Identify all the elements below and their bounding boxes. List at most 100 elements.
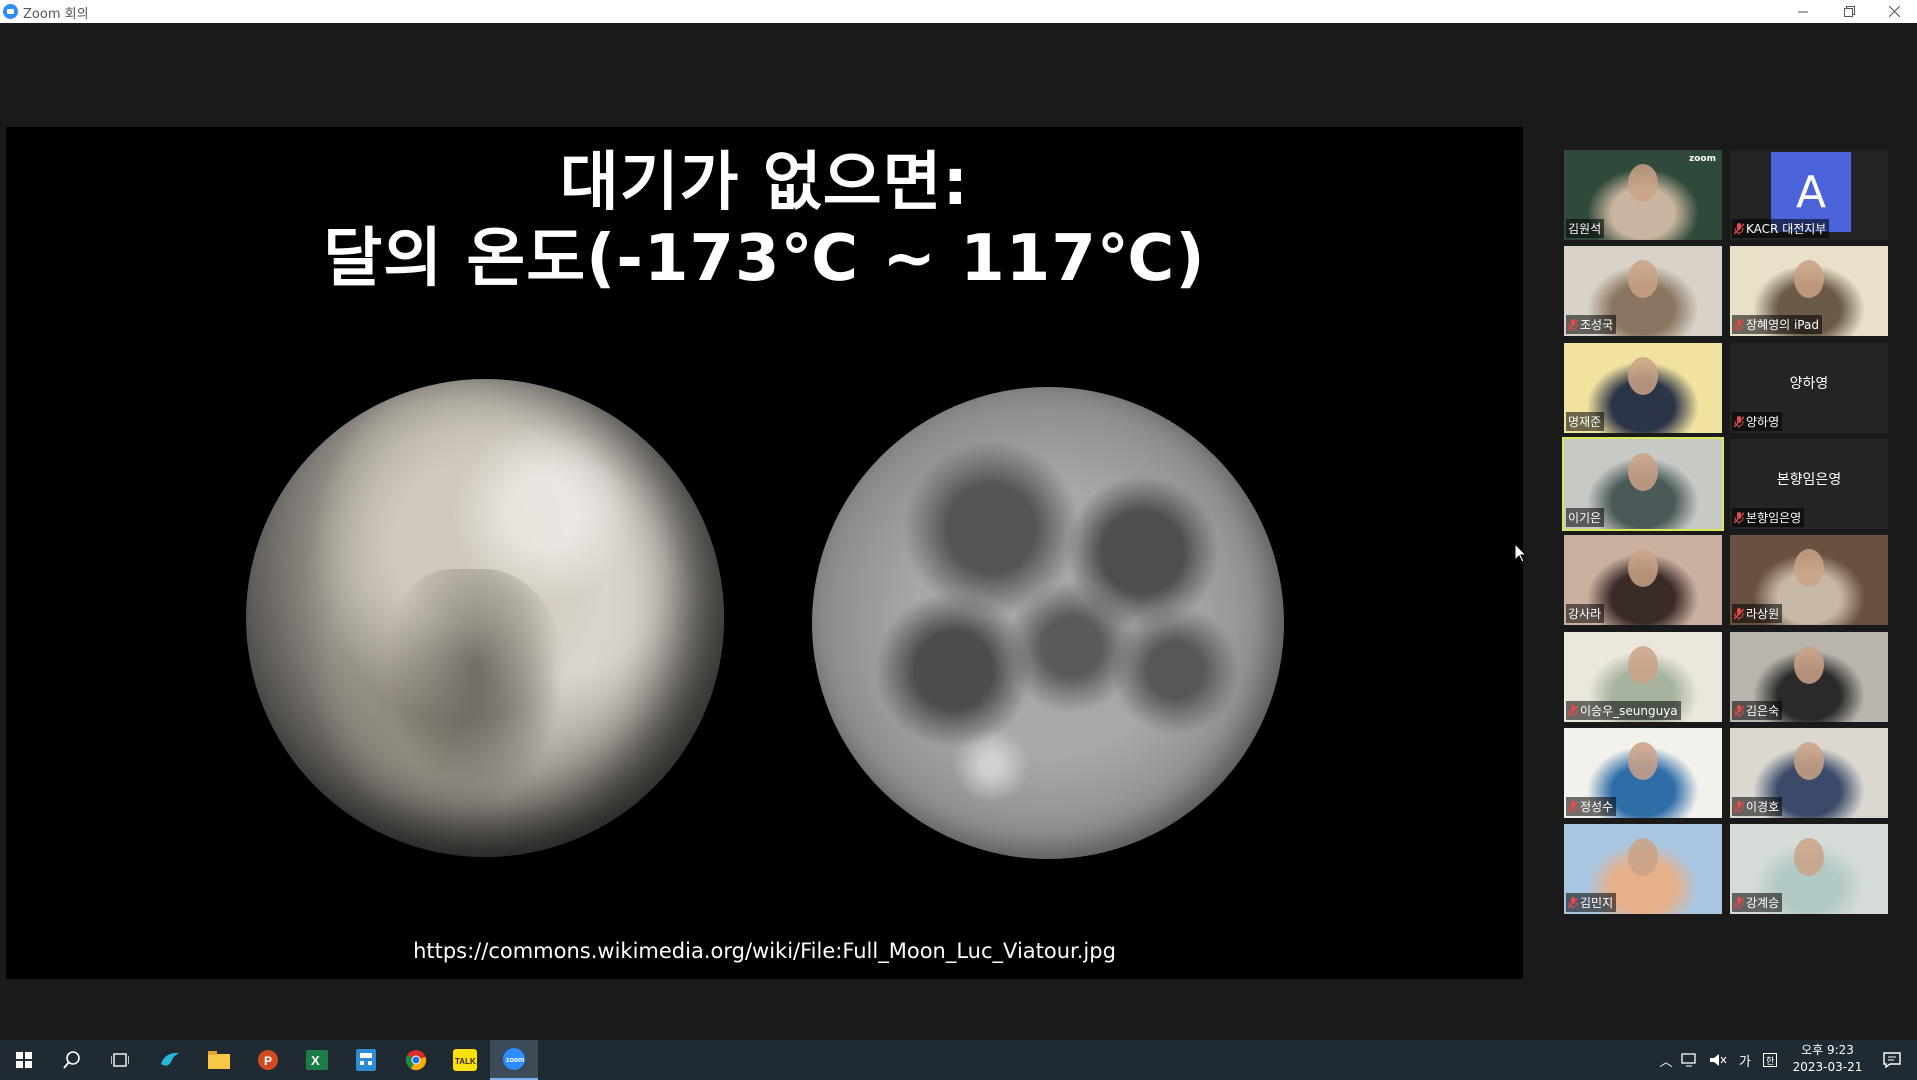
participant-face <box>1794 646 1824 684</box>
participant-tile[interactable]: 양하영 양하영 <box>1730 343 1888 433</box>
participant-nameplate: 양하영 <box>1732 412 1783 431</box>
svg-text:P: P <box>264 1054 272 1068</box>
participant-nameplate: 김원석 <box>1566 219 1605 238</box>
participant-nameplate: 김은숙 <box>1732 701 1783 720</box>
participant-nameplate: 정성수 <box>1566 797 1617 816</box>
participant-tile[interactable]: 장혜영의 iPad <box>1730 246 1888 336</box>
participant-face <box>1794 742 1824 780</box>
chrome-button[interactable] <box>392 1040 440 1080</box>
close-button[interactable] <box>1871 0 1917 23</box>
shared-screen[interactable]: 대기가 없으면: 달의 온도(-173℃ ~ 117℃) https://com… <box>6 127 1523 979</box>
window-title: Zoom 회의 <box>23 7 89 22</box>
tray-overflow-chevron-icon[interactable]: ︿ <box>1655 1051 1677 1070</box>
participant-tile[interactable]: 조성국 <box>1564 246 1722 336</box>
participant-tile[interactable]: 본향임은영 본향임은영 <box>1730 439 1888 529</box>
title-bar: Zoom 회의 <box>0 0 1917 23</box>
mic-muted-icon <box>1568 800 1578 813</box>
file-explorer-icon <box>208 1051 230 1069</box>
participant-nameplate: 명재준 <box>1566 412 1605 431</box>
bird-app-button[interactable] <box>146 1040 194 1080</box>
participant-face <box>1628 453 1658 491</box>
slide-source-url: https://commons.wikimedia.org/wiki/File:… <box>413 939 1116 963</box>
keyboard-layout-icon[interactable]: 한 <box>1762 1053 1777 1067</box>
task-view-button[interactable] <box>96 1040 144 1080</box>
panel-resize-arrow-icon[interactable] <box>1514 543 1526 563</box>
virtual-background-logo: zoom <box>1689 154 1716 164</box>
participant-face <box>1628 838 1658 876</box>
participant-name: 이기은 <box>1568 511 1602 525</box>
slide-title: 대기가 없으면: 달의 온도(-173℃ ~ 117℃) <box>6 145 1523 297</box>
participant-name: 강사라 <box>1568 607 1602 621</box>
search-button[interactable] <box>48 1040 96 1080</box>
system-clock[interactable]: 오후 9:23 2023-03-21 <box>1780 1042 1875 1076</box>
start-button[interactable] <box>0 1040 48 1080</box>
meeting-stage: 대기가 없으면: 달의 온도(-173℃ ~ 117℃) https://com… <box>0 23 1917 1039</box>
zoom-taskbar-label: zoom <box>506 1057 524 1064</box>
participant-nameplate: 장혜영의 iPad <box>1732 315 1822 334</box>
file-explorer-button[interactable] <box>195 1040 243 1080</box>
participant-name: 김은숙 <box>1746 704 1780 718</box>
mic-muted-icon <box>1734 800 1744 813</box>
participant-face <box>1794 838 1824 876</box>
zoom-app-icon <box>3 4 18 19</box>
participant-face <box>1794 549 1824 587</box>
participant-face <box>1628 549 1658 587</box>
participant-name: 이경호 <box>1746 800 1780 814</box>
participant-nameplate: 강사라 <box>1566 604 1605 623</box>
participant-tile[interactable]: zoom 김원석 <box>1564 150 1722 240</box>
participant-tile[interactable]: 정성수 <box>1564 728 1722 818</box>
participant-tile[interactable]: 김은숙 <box>1730 632 1888 722</box>
ime-indicator[interactable]: 가 <box>1739 1051 1751 1070</box>
powerpoint-icon: P <box>258 1050 278 1070</box>
mic-muted-icon <box>1734 896 1744 909</box>
participant-tile[interactable]: 김민지 <box>1564 824 1722 914</box>
participant-nameplate: 강계승 <box>1732 893 1783 912</box>
participant-face <box>1628 164 1658 202</box>
participant-name: 양하영 <box>1746 415 1780 429</box>
calculator-app-button[interactable] <box>342 1040 390 1080</box>
zoom-icon: zoom <box>503 1048 525 1070</box>
participant-tile[interactable]: A KACR 대전지부 <box>1730 150 1888 240</box>
start-icon <box>16 1052 32 1068</box>
moon-image <box>812 387 1284 859</box>
excel-button[interactable]: X <box>293 1040 341 1080</box>
action-center-button[interactable] <box>1868 1040 1916 1080</box>
network-icon[interactable] <box>1681 1053 1699 1067</box>
mic-muted-icon <box>1734 511 1744 524</box>
participant-name: 장혜영의 iPad <box>1746 318 1819 332</box>
zoom-taskbar-button[interactable]: zoom <box>490 1040 538 1080</box>
participant-tile[interactable]: 이경호 <box>1730 728 1888 818</box>
participant-name: 정성수 <box>1580 800 1614 814</box>
minimize-button[interactable] <box>1780 0 1826 23</box>
participant-face <box>1628 260 1658 298</box>
participant-tile[interactable]: 명재준 <box>1564 343 1722 433</box>
excel-icon: X <box>306 1050 328 1070</box>
volume-muted-icon[interactable] <box>1709 1053 1727 1067</box>
participant-nameplate: 이기은 <box>1566 508 1605 527</box>
participant-nameplate: 본향임은영 <box>1732 508 1805 527</box>
participant-tile[interactable]: 이승우_seunguya <box>1564 632 1722 722</box>
chrome-icon <box>405 1050 427 1071</box>
powerpoint-button[interactable]: P <box>244 1040 292 1080</box>
participant-face <box>1628 742 1658 780</box>
svg-text:X: X <box>311 1053 320 1068</box>
participant-name: 김민지 <box>1580 896 1614 910</box>
participant-tile[interactable]: 이기은 <box>1562 437 1724 531</box>
restore-button[interactable] <box>1826 0 1872 23</box>
clock-time: 오후 9:23 <box>1801 1043 1854 1057</box>
participant-name: 본향임은영 <box>1746 511 1802 525</box>
svg-text:한: 한 <box>1766 1056 1774 1066</box>
mic-muted-icon <box>1568 318 1578 331</box>
participant-name: 김원석 <box>1568 222 1602 236</box>
notification-icon <box>1883 1052 1901 1068</box>
participant-tile[interactable]: 라상원 <box>1730 535 1888 625</box>
participant-nameplate: 이승우_seunguya <box>1566 701 1681 720</box>
participant-name: 명재준 <box>1568 415 1602 429</box>
participant-nameplate: KACR 대전지부 <box>1732 219 1830 238</box>
participant-tile[interactable]: 강사라 <box>1564 535 1722 625</box>
mic-muted-icon <box>1734 704 1744 717</box>
participant-name: 조성국 <box>1580 318 1614 332</box>
kakaotalk-button[interactable]: TALK <box>441 1040 489 1080</box>
kakaotalk-icon: TALK <box>453 1049 477 1071</box>
participant-tile[interactable]: 강계승 <box>1730 824 1888 914</box>
